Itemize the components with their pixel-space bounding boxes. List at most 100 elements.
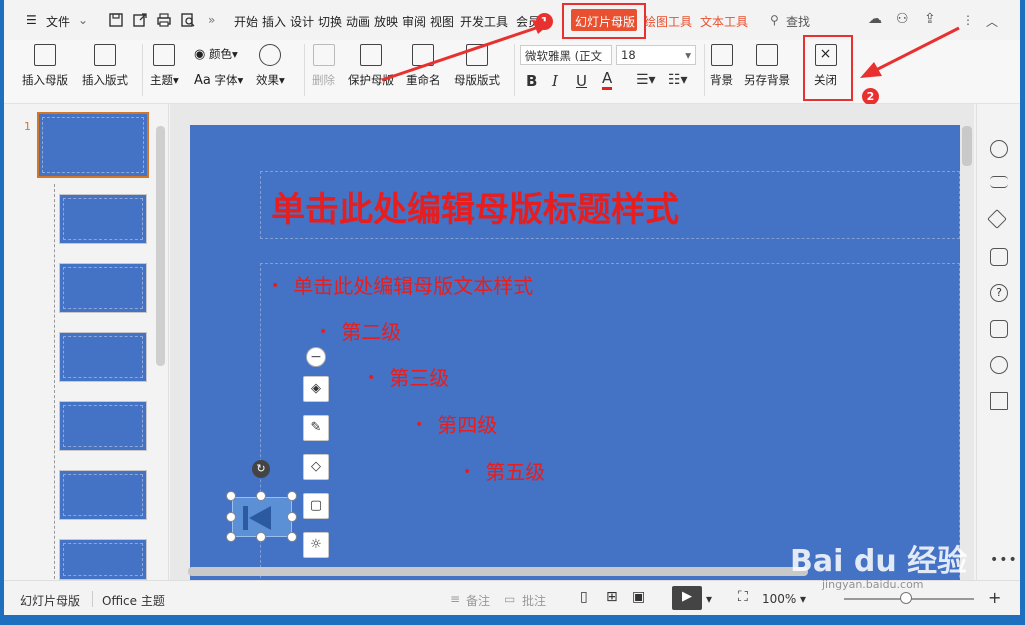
resize-handle[interactable] [287, 512, 297, 522]
thumbnail-layout[interactable] [59, 263, 147, 313]
user-add-icon[interactable]: ⚇ [896, 11, 909, 27]
cloud-icon[interactable]: ☁ [868, 11, 882, 27]
animation-icon[interactable] [990, 356, 1008, 374]
tab-developer[interactable]: 开发工具 [460, 13, 508, 30]
brush-icon[interactable]: ✎ [303, 415, 329, 441]
protect-master-button[interactable]: 保护母版 [348, 44, 394, 88]
thumbnail-layout[interactable] [59, 194, 147, 244]
rename-button[interactable]: 重命名 [406, 44, 441, 88]
save-background-button[interactable]: 另存背景 [744, 44, 790, 88]
resize-handle[interactable] [287, 491, 297, 501]
chevron-down-icon[interactable]: ▾ [706, 592, 712, 606]
print-icon[interactable] [156, 12, 172, 28]
thumbnail-layout[interactable] [59, 470, 147, 520]
copy-icon[interactable] [990, 248, 1008, 266]
body-placeholder[interactable]: • 单击此处编辑母版文本样式 • 第二级 • 第三级 • 第四级 • 第五级 [260, 263, 960, 580]
tab-text-tools[interactable]: 文本工具 [700, 13, 748, 30]
bold-button[interactable]: B [526, 72, 537, 90]
font-size-select[interactable]: 18 ▾ [616, 45, 696, 65]
resize-handle[interactable] [226, 512, 236, 522]
shapes-icon[interactable] [990, 320, 1008, 338]
save-icon[interactable] [108, 12, 124, 28]
zoom-slider-thumb[interactable] [900, 592, 912, 604]
theme-button[interactable]: 主题▾ [150, 44, 179, 88]
underline-button[interactable]: U [576, 72, 587, 90]
thumbnail-master[interactable] [37, 112, 149, 178]
scroll-thumb[interactable] [188, 567, 808, 576]
numbered-list-icon[interactable]: ☷▾ [668, 72, 688, 88]
more-options-icon[interactable]: ⋮ [962, 13, 974, 27]
thumbnail-scrollbar[interactable] [156, 126, 165, 366]
resize-handle[interactable] [256, 491, 266, 501]
thumbnail-layout[interactable] [59, 401, 147, 451]
tab-home[interactable]: 开始 [234, 13, 258, 30]
action-button-shape[interactable] [232, 497, 292, 537]
slide-master-canvas[interactable]: 单击此处编辑母版标题样式 • 单击此处编辑母版文本样式 • 第二级 • 第三级 • 第四… [190, 125, 960, 580]
insert-master-button[interactable]: 插入母版 [22, 44, 68, 88]
search-label[interactable]: 查找 [786, 13, 810, 30]
tab-transition[interactable]: 切换 [318, 13, 342, 30]
zoom-in-icon[interactable]: + [988, 588, 1001, 607]
font-button[interactable]: Aa 字体▾ [194, 72, 243, 88]
normal-view-icon[interactable]: ▯ [580, 589, 588, 605]
tab-review[interactable]: 审阅 [402, 13, 426, 30]
more-icon[interactable]: » [208, 13, 215, 27]
comments-button[interactable]: 批注 [522, 592, 546, 609]
search-icon[interactable]: ⚲ [770, 13, 779, 27]
title-placeholder[interactable]: 单击此处编辑母版标题样式 [260, 171, 960, 239]
play-slideshow-button[interactable]: ▶ [672, 586, 702, 610]
thumbnail-layout[interactable] [59, 332, 147, 382]
fill-icon[interactable]: ◇ [303, 454, 329, 480]
chevron-down-icon[interactable]: ⌄ [78, 13, 88, 27]
resize-handle[interactable] [256, 532, 266, 542]
tab-design[interactable]: 设计 [290, 13, 314, 30]
font-color-button[interactable]: A [602, 70, 613, 90]
delete-button[interactable]: 删除 [312, 44, 335, 88]
lightbulb-icon[interactable]: ☼ [303, 532, 329, 558]
insert-layout-button[interactable]: 插入版式 [82, 44, 128, 88]
effects-button[interactable]: 效果▾ [256, 44, 285, 88]
notes-icon[interactable]: ≡ [450, 592, 460, 606]
star-magic-icon[interactable] [987, 209, 1007, 229]
font-name-select[interactable]: 微软雅黑 (正文 [520, 45, 612, 65]
master-layout-button[interactable]: 母版版式 [454, 44, 500, 88]
comment-icon[interactable]: ▭ [504, 592, 515, 606]
effects-label: 效果 [256, 73, 279, 87]
rocket-icon[interactable] [990, 140, 1008, 158]
scroll-thumb[interactable] [962, 126, 972, 166]
italic-button[interactable]: I [552, 72, 558, 90]
resize-handle[interactable] [287, 532, 297, 542]
print-preview-icon[interactable] [180, 12, 196, 28]
tab-drawing-tools[interactable]: 绘图工具 [644, 13, 692, 30]
bullet-list-icon[interactable]: ☰▾ [636, 72, 656, 88]
background-button[interactable]: 背景 [710, 44, 733, 88]
tab-view[interactable]: 视图 [430, 13, 454, 30]
slide-sorter-icon[interactable]: ⊞ [606, 589, 618, 605]
color-button[interactable]: ◉ 颜色▾ [194, 46, 238, 62]
border-icon[interactable]: ▢ [303, 493, 329, 519]
rotate-handle-icon[interactable]: ↻ [252, 460, 270, 478]
book-icon[interactable] [990, 392, 1008, 410]
resize-handle[interactable] [226, 491, 236, 501]
fit-window-icon[interactable]: ⛶ [738, 589, 748, 605]
reading-view-icon[interactable]: ▣ [632, 589, 645, 605]
tab-insert[interactable]: 插入 [262, 13, 286, 30]
hamburger-icon[interactable]: ☰ [26, 13, 37, 27]
zoom-level[interactable]: 100% [762, 592, 796, 606]
help-icon[interactable]: ? [990, 284, 1008, 302]
notes-button[interactable]: 备注 [466, 592, 490, 609]
chevron-down-icon[interactable]: ▾ [800, 592, 806, 606]
menu-file[interactable]: 文件 [46, 13, 70, 30]
tab-animation[interactable]: 动画 [346, 13, 370, 30]
resize-handle[interactable] [226, 532, 236, 542]
vertical-scrollbar[interactable] [962, 126, 972, 566]
export-icon[interactable] [132, 12, 148, 28]
layers-icon[interactable]: ◈ [303, 376, 329, 402]
collapse-toolbar-icon[interactable]: − [306, 347, 326, 367]
thumbnail-layout[interactable] [59, 539, 147, 580]
collapse-ribbon-icon[interactable]: ︿ [986, 13, 998, 30]
tab-slideshow[interactable]: 放映 [374, 13, 398, 30]
share-icon[interactable]: ⇪ [924, 11, 936, 27]
more-horizontal-icon[interactable]: ••• [990, 552, 1018, 568]
settings-sliders-icon[interactable] [990, 176, 1008, 188]
